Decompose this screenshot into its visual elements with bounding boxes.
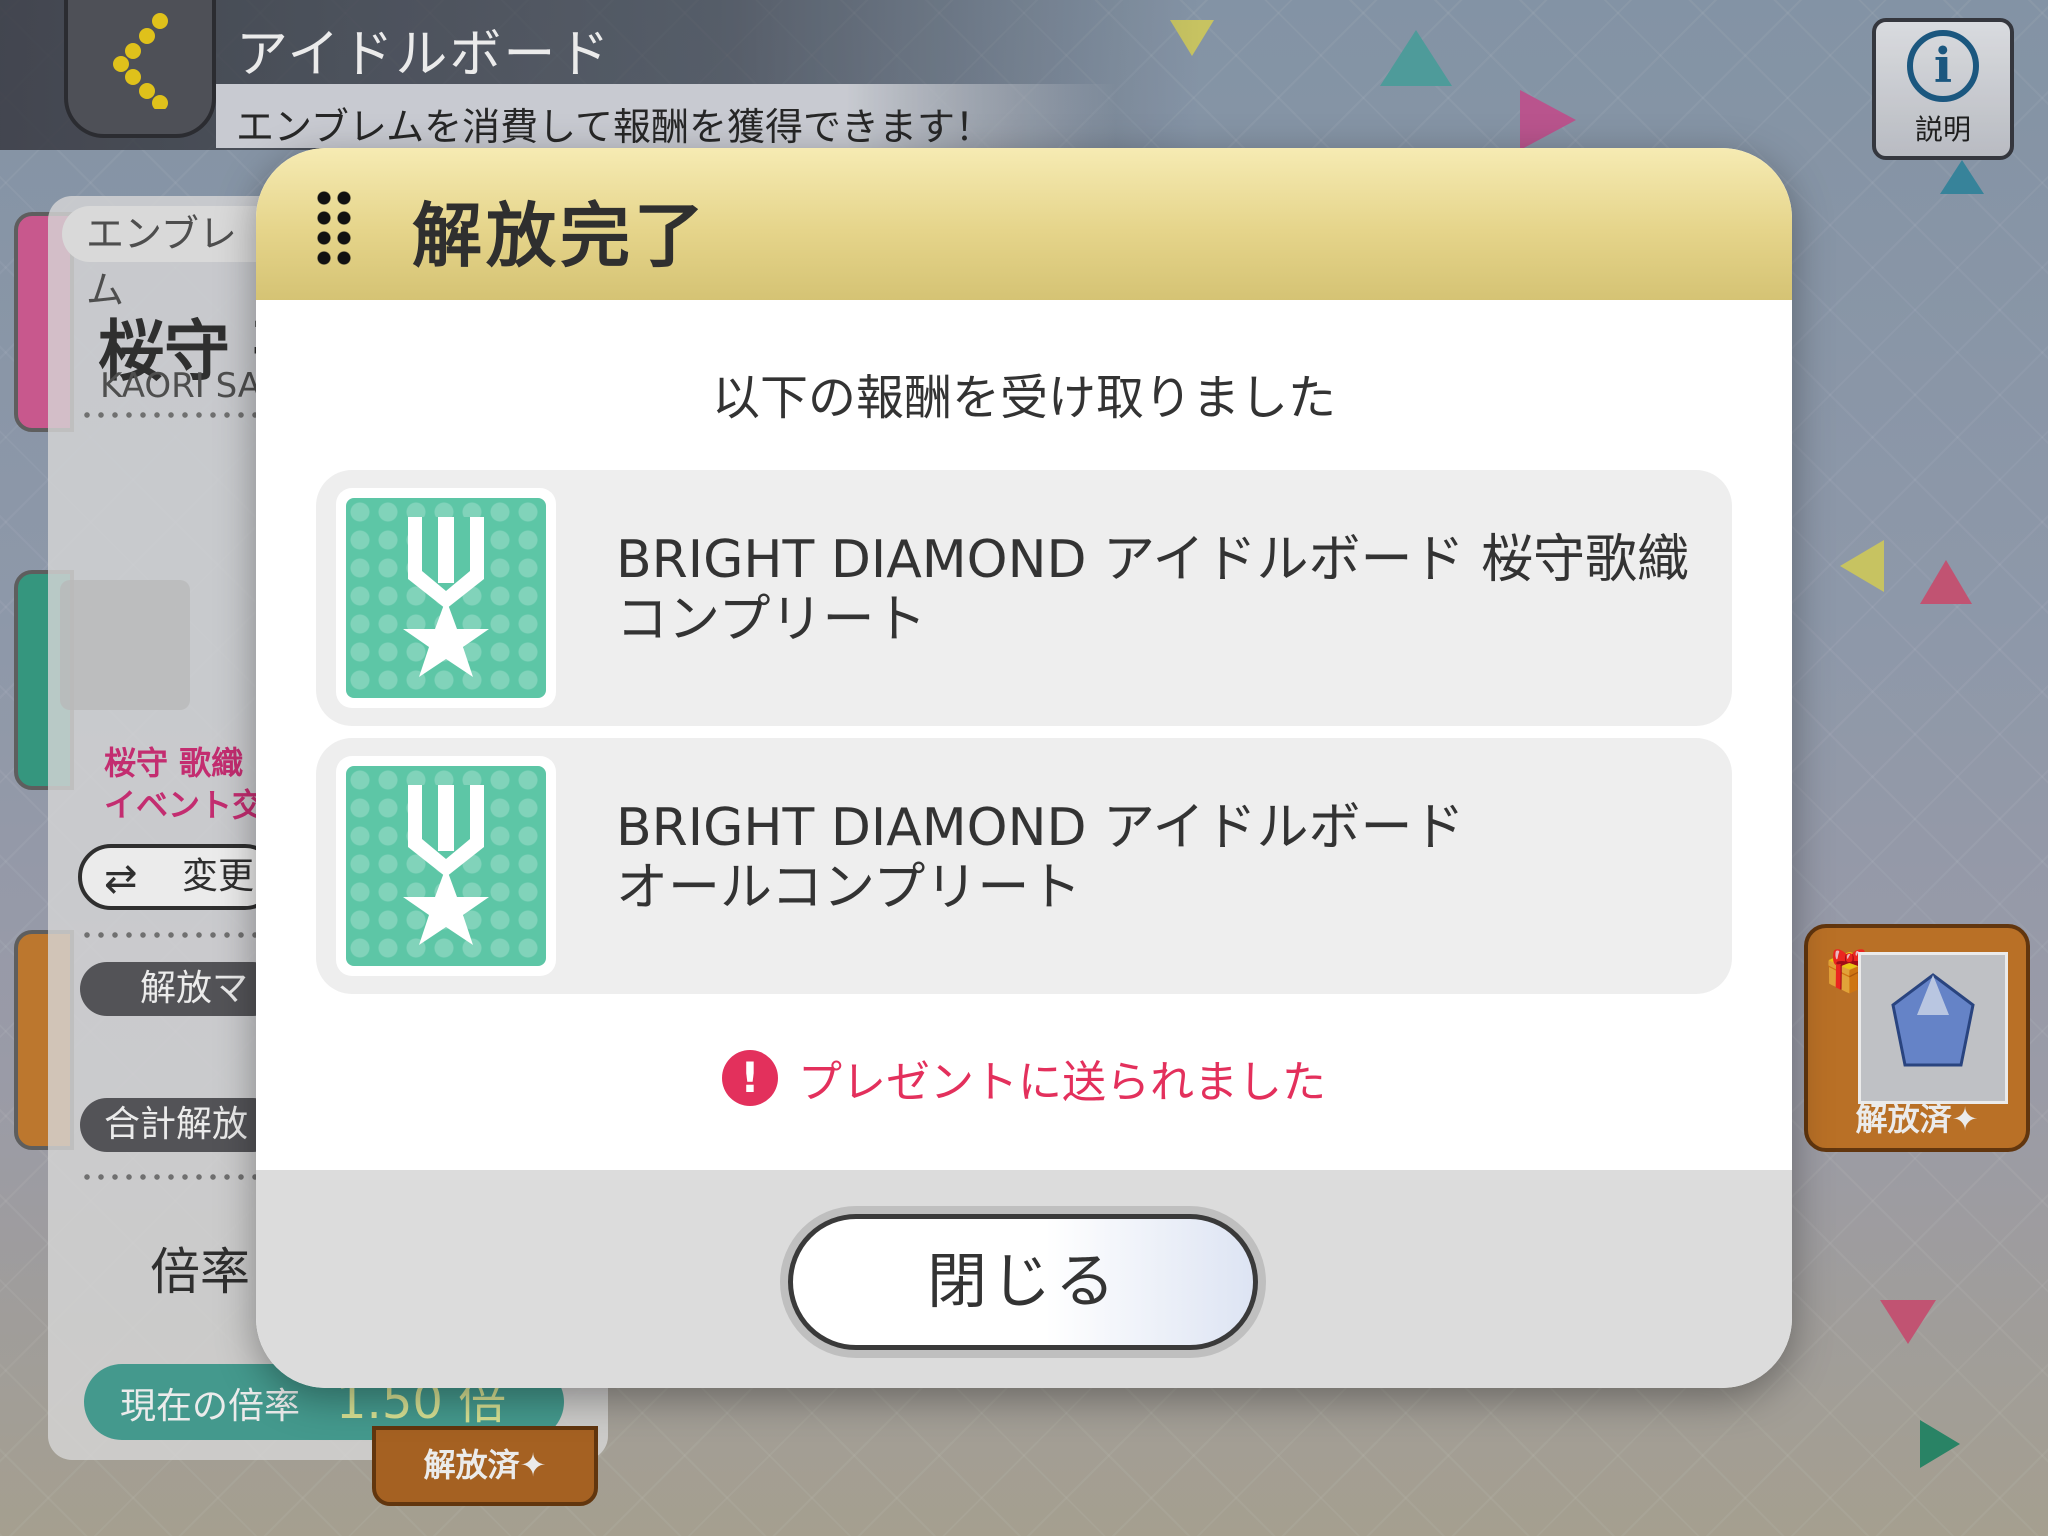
dialog-title: 解放完了 (412, 195, 708, 277)
present-notice: ! プレゼントに送られました (256, 1046, 1792, 1110)
reward-icon-frame (336, 756, 556, 976)
dialog-message: 以下の報酬を受け取りました (711, 370, 1336, 426)
dialog-footer: 閉じる (256, 1170, 1792, 1388)
reward-name-line1: BRIGHT DIAMOND アイドルボード (616, 798, 1465, 858)
reward-name-line2: コンプリート (616, 590, 927, 650)
reward-row: BRIGHT DIAMOND アイドルボード 桜守歌織 コンプリート (316, 470, 1732, 726)
reward-name-line2: オールコンプリート (616, 858, 1082, 918)
reward-name: BRIGHT DIAMOND アイドルボード オールコンプリート (616, 798, 1716, 918)
reward-icon-frame (336, 488, 556, 708)
medal-glyph (403, 517, 489, 677)
drag-handle-icon (314, 188, 354, 268)
alert-icon: ! (722, 1050, 778, 1106)
release-complete-dialog: 解放完了 以下の報酬を受け取りました BRIGHT DIAMOND アイドルボー… (256, 148, 1792, 1388)
medal-icon (346, 498, 546, 698)
present-notice-text: プレゼントに送られました (798, 1057, 1326, 1108)
medal-icon (346, 766, 546, 966)
medal-glyph (403, 785, 489, 945)
close-button[interactable]: 閉じる (788, 1214, 1258, 1350)
reward-name-line1: BRIGHT DIAMOND アイドルボード 桜守歌織 (616, 530, 1689, 590)
reward-name: BRIGHT DIAMOND アイドルボード 桜守歌織 コンプリート (616, 530, 1716, 650)
reward-row: BRIGHT DIAMOND アイドルボード オールコンプリート (316, 738, 1732, 994)
dialog-header: 解放完了 (256, 148, 1792, 300)
